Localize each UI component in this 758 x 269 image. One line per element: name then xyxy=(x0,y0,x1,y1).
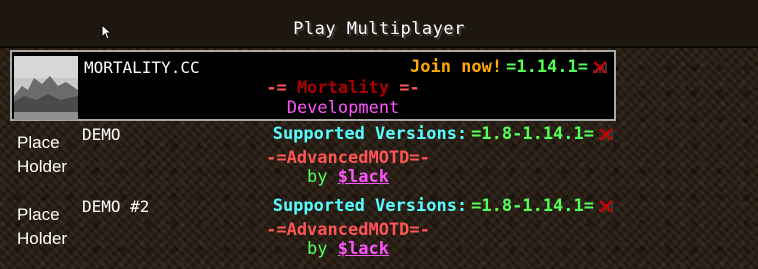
motd-prefix: -= xyxy=(266,220,287,240)
motd-prefix: -= xyxy=(266,78,297,98)
server-list[interactable]: MORTALITY.CC Join now! =1.14.1= -= Morta… xyxy=(10,50,616,265)
motd-subtitle: Development xyxy=(286,98,400,118)
server-status: Join now! =1.14.1= xyxy=(410,57,608,77)
screen-title: Play Multiplayer xyxy=(293,19,465,39)
no-connection-icon xyxy=(599,128,613,141)
placeholder-text-line-2: Holder xyxy=(17,229,68,248)
motd-plugin-name: AdvancedMOTD xyxy=(286,148,410,168)
motd-by-label: by xyxy=(307,239,338,259)
motd-author: $lack xyxy=(337,239,389,259)
placeholder-text-line-1: Place xyxy=(17,205,60,224)
motd-suffix: =- xyxy=(389,78,420,98)
status-text: Supported Versions: xyxy=(272,196,468,216)
version-text: =1.8-1.14.1= xyxy=(471,196,594,216)
status-text: Supported Versions: xyxy=(272,124,468,144)
placeholder-text-line-2: Holder xyxy=(17,157,68,176)
motd-line-1: -= Mortality =- xyxy=(84,78,602,98)
mouse-cursor-icon xyxy=(101,24,113,40)
motd-line-1: -=AdvancedMOTD=- xyxy=(90,220,606,240)
motd-prefix: -= xyxy=(266,148,287,168)
motd-suffix: =- xyxy=(409,148,430,168)
status-text: Join now! xyxy=(409,57,503,77)
server-name: DEMO xyxy=(82,125,121,144)
motd-author: $lack xyxy=(337,167,389,187)
motd-line-2: Development xyxy=(84,98,602,118)
server-name: MORTALITY.CC xyxy=(84,58,200,77)
placeholder-text-line-1: Place xyxy=(17,133,60,152)
title-bar: Play Multiplayer xyxy=(0,0,758,48)
server-entry-demo[interactable]: Place Holder DEMO Supported Versions: =1… xyxy=(10,121,616,193)
placeholder-server-icon: Place Holder xyxy=(12,125,76,189)
placeholder-server-icon: Place Holder xyxy=(12,197,76,261)
motd-line-2: by $lack xyxy=(90,239,606,259)
server-entry-demo-2[interactable]: Place Holder DEMO #2 Supported Versions:… xyxy=(10,193,616,265)
motd-line-2: by $lack xyxy=(90,167,606,187)
motd-suffix: =- xyxy=(409,220,430,240)
server-status: Supported Versions: =1.8-1.14.1= xyxy=(273,124,614,144)
motd-line-1: -=AdvancedMOTD=- xyxy=(90,148,606,168)
motd-server-name: Mortality xyxy=(296,78,390,98)
version-text: =1.8-1.14.1= xyxy=(471,124,594,144)
server-name: DEMO #2 xyxy=(82,197,150,216)
no-connection-icon xyxy=(593,61,607,74)
server-status: Supported Versions: =1.8-1.14.1= xyxy=(273,196,614,216)
motd-by-label: by xyxy=(307,167,338,187)
motd-plugin-name: AdvancedMOTD xyxy=(286,220,410,240)
version-text: =1.14.1= xyxy=(506,57,588,77)
server-thumbnail-image xyxy=(14,56,78,120)
server-entry-mortality[interactable]: MORTALITY.CC Join now! =1.14.1= -= Morta… xyxy=(10,50,616,121)
no-connection-icon xyxy=(599,200,613,213)
